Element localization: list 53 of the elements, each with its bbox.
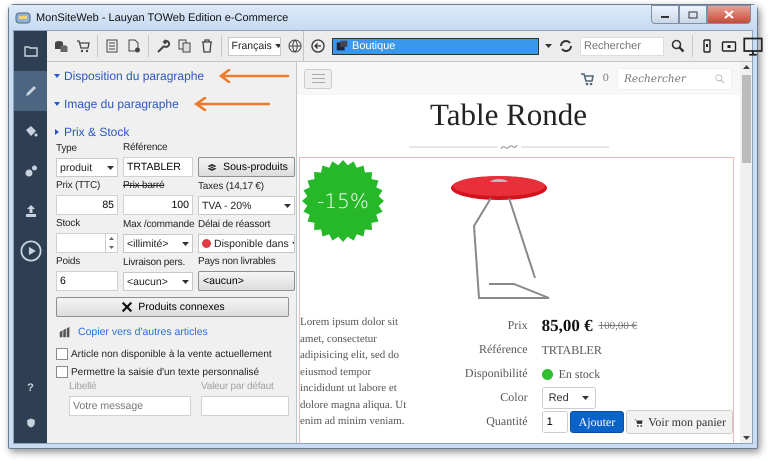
- product-description: Lorem ipsum dolor sit amet, consectetur adipisicing elit, sed do eiusmod tempor incididunt ut labore et dolore magna aliqua. Ut enim ad minim veniam.: [300, 315, 408, 429]
- detail-label: Disponibilité: [464, 365, 528, 382]
- field-label: Prix (TTC): [56, 180, 100, 193]
- related-products-button[interactable]: Produits connexes: [56, 297, 289, 317]
- copy-link[interactable]: Copier vers d'autres articles: [78, 326, 208, 338]
- select-field[interactable]: TVA - 20%: [198, 196, 295, 215]
- window-title: MonSiteWeb - Lauyan TOWeb Edition e-Commerce: [36, 12, 288, 24]
- text-field[interactable]: TRTABLER: [123, 157, 193, 177]
- field-label: Type: [56, 143, 77, 156]
- help-link[interactable]: ?: [14, 373, 47, 403]
- price: 85,00 €: [542, 316, 593, 336]
- field-label: Livraison pers.: [123, 257, 186, 270]
- cart-count: 0: [602, 73, 609, 84]
- language-select[interactable]: Français: [228, 36, 281, 56]
- quantity-field[interactable]: 1: [542, 411, 568, 433]
- old-price: 100,00 €: [598, 320, 638, 332]
- text-field[interactable]: 6: [56, 271, 118, 291]
- field-label: Prix barré: [123, 180, 164, 193]
- field-label: Max /commande: [123, 219, 194, 232]
- select-field[interactable]: Disponible dans: [198, 234, 295, 253]
- select-field[interactable]: produit: [56, 158, 118, 177]
- search-field[interactable]: Rechercher: [580, 36, 664, 56]
- checkbox-label: Article non disponible à la vente actuellement: [71, 348, 272, 360]
- field-label: Valeur par défaut: [201, 381, 274, 394]
- field-label: Référence: [123, 142, 168, 155]
- select-button[interactable]: <aucun>: [198, 271, 295, 291]
- detail-value: TRTABLER: [542, 342, 602, 358]
- view-cart-button[interactable]: Voir mon panier: [626, 410, 733, 434]
- checkbox-label: Permettre la saisie d'un texte personnalisé: [71, 366, 260, 378]
- field-label: Pays non livrables: [198, 256, 276, 269]
- field-label: Taxes (14,17 €): [198, 181, 264, 194]
- detail-label: Color: [499, 389, 528, 406]
- color-select[interactable]: Red: [542, 387, 596, 409]
- number-field[interactable]: 85: [56, 195, 118, 215]
- detail-value: En stock: [558, 366, 600, 382]
- field-label: Poids: [56, 256, 80, 269]
- field-label: Libellé: [69, 381, 97, 394]
- discount-badge: -15%: [302, 160, 384, 242]
- product-title: Table Ronde: [428, 97, 588, 133]
- field-label: Délai de réassort: [198, 219, 270, 232]
- search-field[interactable]: Rechercher: [617, 68, 732, 90]
- select-field[interactable]: <aucun>: [123, 272, 193, 291]
- detail-label: Quantité: [485, 413, 528, 430]
- field-label: Stock: [56, 218, 80, 231]
- section-header[interactable]: Prix & Stock: [64, 125, 130, 139]
- number-field[interactable]: 100: [123, 195, 193, 215]
- section-header[interactable]: Disposition du paragraphe: [64, 69, 204, 83]
- section-header[interactable]: Image du paragraphe: [64, 97, 179, 111]
- detail-label: Référence: [478, 341, 528, 358]
- sub-products-button[interactable]: Sous-produits: [198, 157, 295, 177]
- select-field[interactable]: <illimité>: [123, 234, 193, 253]
- add-button[interactable]: Ajouter: [570, 411, 624, 433]
- detail-label: Prix: [506, 317, 528, 334]
